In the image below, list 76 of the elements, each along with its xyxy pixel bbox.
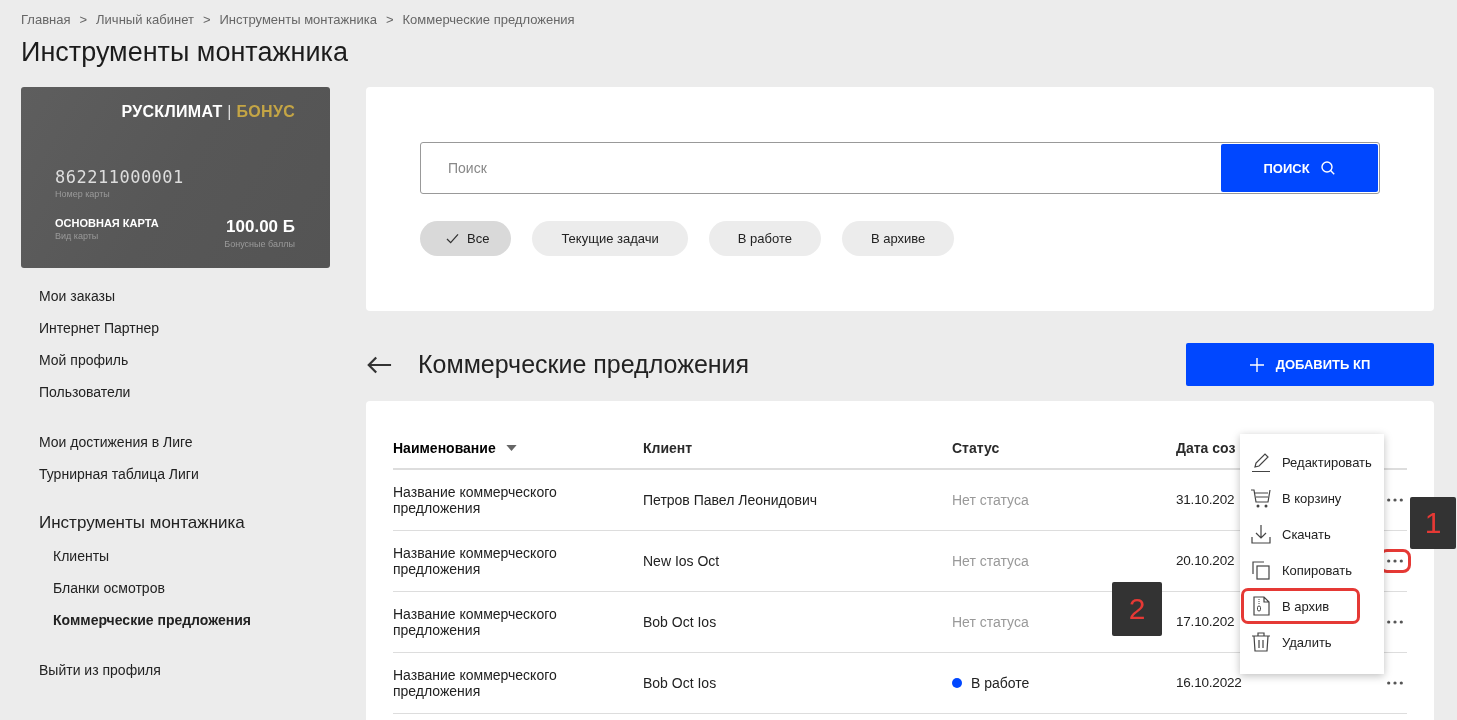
bonus-points-label: Бонусные баллы xyxy=(224,239,295,249)
table-cell-text: Название коммерческого предложения xyxy=(393,606,558,638)
column-header[interactable]: Наименование xyxy=(393,440,496,456)
brand-logo-text: РУСКЛИМАТ | БОНУС xyxy=(121,103,295,121)
card-type: ОСНОВНАЯ КАРТА xyxy=(55,217,159,229)
more-dots-icon xyxy=(1386,559,1404,563)
sidebar-item[interactable]: Интернет Партнер xyxy=(39,312,330,344)
sidebar-item[interactable]: Пользователи xyxy=(39,376,330,408)
bonus-points: 100.00 Б xyxy=(225,217,295,237)
table-cell: 31.10.202 xyxy=(1176,492,1235,508)
sidebar-item[interactable]: Клиенты xyxy=(39,540,330,572)
step-callout: 1 xyxy=(1410,497,1456,549)
page-title: Инструменты монтажника xyxy=(21,37,349,68)
card-type-label: Вид карты xyxy=(55,231,100,241)
more-dots-icon xyxy=(1386,620,1404,624)
menu-item[interactable]: В корзину xyxy=(1244,483,1350,513)
table-cell-text: Название коммерческого предложения xyxy=(393,484,558,516)
section-title: Коммерческие предложения xyxy=(418,350,751,379)
sidebar-item[interactable]: Мой профиль xyxy=(39,344,330,376)
sidebar-item[interactable]: Турнирная таблица Лиги xyxy=(39,458,330,490)
table-cell-text: Название коммерческого предложения xyxy=(393,667,558,699)
download-icon xyxy=(1250,523,1272,545)
copy-icon xyxy=(1250,559,1272,581)
step-callout: 2 xyxy=(1112,582,1162,636)
table-cell-text: Bob Oct Ios xyxy=(643,675,718,691)
archive-file-icon xyxy=(1250,595,1272,617)
column-header[interactable]: Клиент xyxy=(643,440,693,456)
menu-item[interactable]: Редактировать xyxy=(1244,447,1380,477)
column-header[interactable]: Дата соз xyxy=(1176,440,1236,456)
table-cell: 16.10.2022 xyxy=(1176,675,1242,691)
menu-item[interactable]: Скачать xyxy=(1244,519,1339,549)
search-field[interactable]: Поиск ПОИСК xyxy=(420,142,1380,194)
sort-down-icon[interactable] xyxy=(505,445,517,451)
filter-chip[interactable]: В архиве xyxy=(841,221,955,256)
sidebar-item[interactable]: Бланки осмотров xyxy=(39,572,330,604)
cart-icon xyxy=(1250,487,1272,509)
menu-item[interactable]: Удалить xyxy=(1244,627,1340,657)
check-icon xyxy=(446,233,459,244)
plus-icon xyxy=(1249,357,1264,372)
status-text: Нет статуса xyxy=(952,492,1029,508)
more-dots-icon xyxy=(1386,681,1404,685)
filter-chip[interactable]: В работе xyxy=(708,221,821,256)
search-icon xyxy=(1319,160,1336,176)
status-text: В работе xyxy=(971,675,1030,691)
breadcrumb-link[interactable]: Коммерческие предложения xyxy=(402,12,575,27)
breadcrumb-separator: > xyxy=(385,12,394,27)
table-cell-text: Bob Oct Ios xyxy=(643,614,718,630)
sidebar-item[interactable]: Мои заказы xyxy=(39,280,330,312)
menu-item[interactable]: Копировать xyxy=(1244,555,1360,585)
add-button[interactable]: ДОБАВИТЬ КП xyxy=(1186,343,1434,386)
sidebar-section-title: Инструменты монтажника xyxy=(39,512,246,534)
table-cell-text: Название коммерческого предложения xyxy=(393,545,558,577)
status-text: Нет статуса xyxy=(952,614,1029,630)
filter-chip[interactable]: Текущие задачи xyxy=(532,221,688,256)
table-cell: 17.10.202 xyxy=(1176,614,1235,630)
status-text: Нет статуса xyxy=(952,553,1029,569)
breadcrumb-separator: > xyxy=(202,12,211,27)
breadcrumb-link[interactable]: Инструменты монтажника xyxy=(219,12,377,27)
card-number: 862211000001 xyxy=(55,167,185,187)
breadcrumb-link[interactable]: Главная xyxy=(21,12,71,27)
pencil-icon xyxy=(1250,451,1272,473)
breadcrumb-separator: > xyxy=(79,12,88,27)
table-cell-text: Петров Павел Леонидович xyxy=(643,492,819,508)
trash-icon xyxy=(1250,631,1272,653)
table-cell-text: New Ios Oct xyxy=(643,553,721,569)
back-arrow-icon[interactable] xyxy=(366,354,392,375)
more-dots-icon xyxy=(1386,498,1404,502)
sidebar-item[interactable]: Коммерческие предложения xyxy=(39,604,330,636)
sidebar-item[interactable]: Выйти из профиля xyxy=(39,654,330,686)
table-cell: 20.10.202 xyxy=(1176,553,1235,569)
menu-item[interactable]: В архив xyxy=(1244,591,1358,621)
filter-chip[interactable]: Все xyxy=(420,221,512,256)
breadcrumb-link[interactable]: Личный кабинет xyxy=(96,12,194,27)
search-button[interactable]: ПОИСК xyxy=(1221,144,1378,192)
column-header[interactable]: Статус xyxy=(952,440,1000,456)
sidebar-item[interactable]: Мои достижения в Лиге xyxy=(39,426,330,458)
